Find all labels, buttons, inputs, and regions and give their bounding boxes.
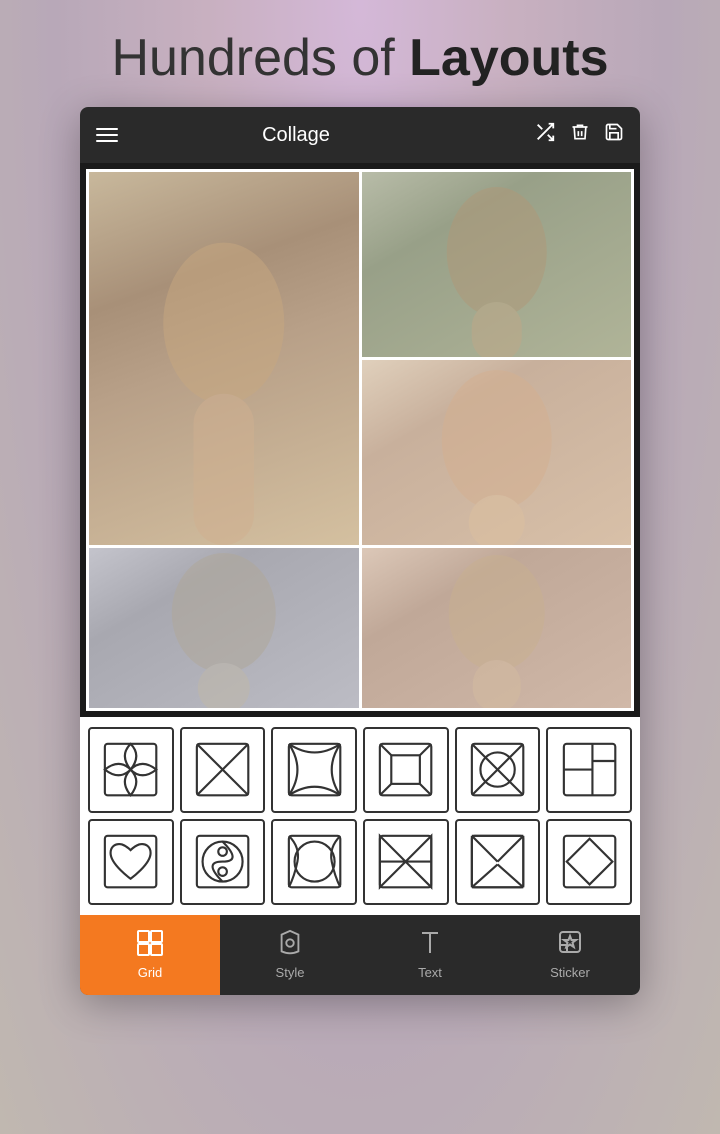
layout-center-square[interactable] — [363, 727, 449, 813]
tab-text-label: Text — [418, 965, 442, 980]
photo-4[interactable] — [89, 548, 359, 708]
shuffle-icon[interactable] — [534, 121, 556, 149]
layout-panel — [80, 717, 640, 914]
tab-sticker-label: Sticker — [550, 965, 590, 980]
tab-sticker[interactable]: Sticker — [500, 915, 640, 995]
layout-heart[interactable] — [88, 819, 174, 905]
tab-text[interactable]: Text — [360, 915, 500, 995]
save-icon[interactable] — [604, 121, 624, 149]
layout-asymmetric[interactable] — [546, 727, 632, 813]
hero-title: Hundreds of Layouts — [111, 30, 608, 87]
photo-1[interactable] — [89, 172, 359, 545]
topbar-icons — [534, 121, 624, 149]
layout-star-corners[interactable] — [271, 727, 357, 813]
layout-bowtie[interactable] — [363, 819, 449, 905]
app-topbar: Collage — [80, 107, 640, 163]
grid-icon — [136, 929, 164, 961]
collage-area — [80, 163, 640, 717]
app-frame: Collage — [80, 107, 640, 994]
style-icon — [277, 929, 303, 961]
layout-petals[interactable] — [88, 727, 174, 813]
tab-style-label: Style — [276, 965, 305, 980]
tab-style[interactable]: Style — [220, 915, 360, 995]
photo-3[interactable] — [362, 360, 632, 545]
layout-circle-corners[interactable] — [455, 727, 541, 813]
trash-icon[interactable] — [570, 121, 590, 149]
tab-grid[interactable]: Grid — [80, 915, 220, 995]
menu-button[interactable] — [96, 128, 118, 142]
layout-diamond[interactable] — [546, 819, 632, 905]
layout-diagonal-cross[interactable] — [180, 727, 266, 813]
tab-bar: Grid Style Text — [80, 915, 640, 995]
layout-yin-yang[interactable] — [180, 819, 266, 905]
app-title: Collage — [130, 124, 462, 147]
text-icon — [418, 929, 442, 961]
layout-circle[interactable] — [271, 819, 357, 905]
photo-5[interactable] — [362, 548, 632, 708]
layout-envelope[interactable] — [455, 819, 541, 905]
photo-2[interactable] — [362, 172, 632, 357]
sticker-icon — [557, 929, 583, 961]
tab-grid-label: Grid — [138, 965, 163, 980]
